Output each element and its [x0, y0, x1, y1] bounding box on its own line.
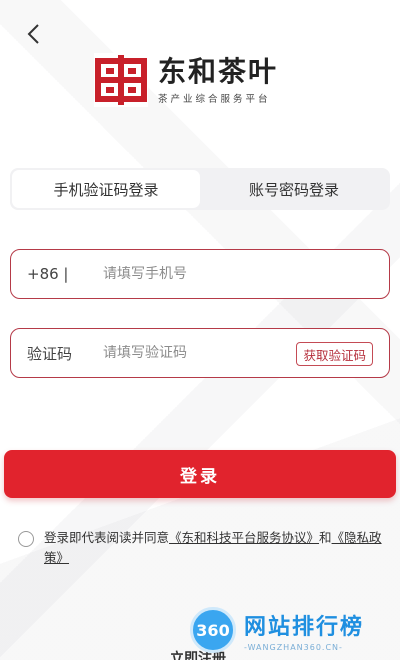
agreement-prefix: 登录即代表阅读并同意	[44, 530, 170, 545]
service-agreement-link[interactable]: 《东和科技平台服务协议》	[169, 530, 319, 545]
phone-field: +86 |	[10, 249, 390, 299]
watermark-badge: 360	[190, 607, 236, 653]
verification-code-input[interactable]	[103, 345, 273, 361]
brand-name: 东和茶叶	[158, 54, 279, 88]
phone-input[interactable]	[103, 266, 273, 282]
login-button[interactable]: 登录	[4, 450, 396, 498]
agreement-joiner: 和	[319, 530, 332, 545]
watermark: 360 网站排行榜 -WANGZHAN360.CN-	[190, 600, 396, 660]
chevron-left-icon	[27, 24, 39, 44]
back-button[interactable]	[20, 20, 48, 48]
agreement-radio[interactable]	[18, 531, 34, 547]
verification-code-field: 验证码 获取验证码	[10, 328, 390, 378]
brand-slogan: 茶产业综合服务平台	[158, 93, 271, 105]
watermark-title: 网站排行榜	[244, 614, 365, 640]
get-code-button[interactable]: 获取验证码	[296, 342, 373, 366]
country-code-prefix[interactable]: +86 |	[11, 265, 103, 283]
tab-sms-login[interactable]: 手机验证码登录	[12, 170, 200, 208]
brand-logo-icon	[94, 53, 148, 107]
watermark-subtitle: -WANGZHAN360.CN-	[244, 642, 343, 652]
brand-logo: 东和茶叶 茶产业综合服务平台	[94, 52, 324, 108]
login-mode-tabs: 手机验证码登录 账号密码登录	[10, 168, 390, 210]
verification-code-label: 验证码	[27, 344, 73, 363]
tab-password-login[interactable]: 账号密码登录	[200, 170, 388, 208]
agreement-text: 登录即代表阅读并同意《东和科技平台服务协议》和《隐私政策》	[44, 528, 388, 568]
agreement-row: 登录即代表阅读并同意《东和科技平台服务协议》和《隐私政策》	[18, 528, 388, 568]
